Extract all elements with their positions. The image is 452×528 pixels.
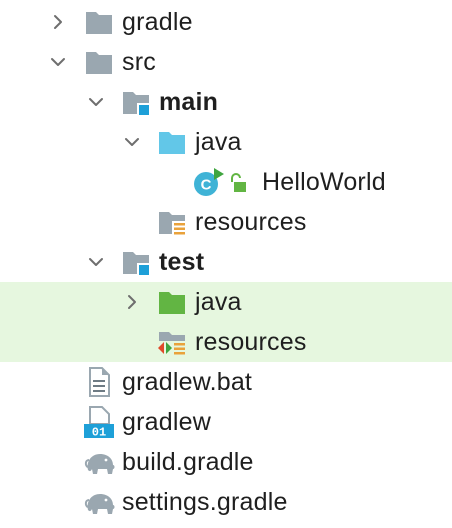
tree-row-main-java[interactable]: java bbox=[0, 122, 452, 162]
tree-row-test[interactable]: test bbox=[0, 242, 452, 282]
chevron-down-icon[interactable] bbox=[86, 92, 106, 112]
tree-item-label: resources bbox=[195, 328, 307, 356]
gradle-elephant-icon bbox=[84, 454, 115, 474]
tree-item-label: main bbox=[159, 88, 219, 116]
source-root-folder-icon bbox=[159, 132, 185, 154]
tree-item-label: settings.gradle bbox=[122, 488, 288, 516]
resources-folder-icon bbox=[159, 212, 186, 236]
test-resources-folder-icon bbox=[157, 332, 187, 356]
tree-row-main-resources[interactable]: resources bbox=[0, 202, 452, 242]
tree-row-gradlew[interactable]: 01 gradlew bbox=[0, 402, 452, 442]
tree-row-main[interactable]: main bbox=[0, 82, 452, 122]
tree-item-label: gradle bbox=[122, 8, 193, 36]
module-folder-icon bbox=[123, 92, 149, 115]
tree-item-label: resources bbox=[195, 208, 307, 236]
chevron-down-icon[interactable] bbox=[122, 132, 142, 152]
gradle-elephant-icon bbox=[84, 494, 115, 514]
project-tree: gradle src main java C HelloWorld resour… bbox=[0, 0, 452, 528]
chevron-right-icon[interactable] bbox=[48, 12, 68, 32]
tree-row-test-java[interactable]: java bbox=[0, 282, 452, 322]
folder-icon bbox=[86, 52, 112, 74]
tree-item-label: java bbox=[195, 288, 242, 316]
tree-row-settings-gradle[interactable]: settings.gradle bbox=[0, 482, 452, 522]
tree-item-label: build.gradle bbox=[122, 448, 254, 476]
tree-item-label: gradlew bbox=[122, 408, 211, 436]
tree-row-build-gradle[interactable]: build.gradle bbox=[0, 442, 452, 482]
text-file-icon bbox=[89, 367, 110, 397]
svg-text:01: 01 bbox=[92, 426, 106, 439]
module-folder-icon bbox=[123, 252, 149, 275]
test-source-root-folder-icon bbox=[159, 292, 185, 314]
chevron-right-icon[interactable] bbox=[122, 292, 142, 312]
tree-item-label: test bbox=[159, 248, 205, 276]
tree-item-label: gradlew.bat bbox=[122, 368, 253, 396]
chevron-down-icon[interactable] bbox=[86, 252, 106, 272]
tree-row-helloworld[interactable]: C HelloWorld bbox=[0, 162, 452, 202]
folder-icon bbox=[86, 12, 112, 34]
lock-open-icon bbox=[231, 173, 246, 192]
binary-file-icon: 01 bbox=[84, 406, 114, 438]
java-class-runnable-icon: C bbox=[194, 168, 224, 196]
tree-row-gradlew-bat[interactable]: gradlew.bat bbox=[0, 362, 452, 402]
tree-row-gradle[interactable]: gradle bbox=[0, 2, 452, 42]
tree-item-label: java bbox=[195, 128, 242, 156]
tree-item-label: src bbox=[122, 48, 156, 76]
tree-row-test-resources[interactable]: resources bbox=[0, 322, 452, 362]
tree-item-label: HelloWorld bbox=[262, 168, 386, 196]
svg-text:C: C bbox=[201, 177, 212, 194]
tree-row-src[interactable]: src bbox=[0, 42, 452, 82]
chevron-down-icon[interactable] bbox=[48, 52, 68, 72]
